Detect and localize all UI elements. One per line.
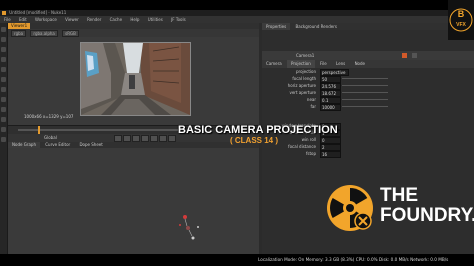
- menu-utilities[interactable]: Utilities: [148, 17, 163, 22]
- menu-viewer[interactable]: Viewer: [65, 17, 79, 22]
- color-tool-icon[interactable]: [1, 67, 6, 72]
- timeline-playhead[interactable]: [38, 126, 40, 134]
- next-keyframe-button[interactable]: [159, 135, 167, 142]
- filter-tool-icon[interactable]: [1, 77, 6, 82]
- near-slider[interactable]: [342, 99, 388, 100]
- close-panel-icon[interactable]: [412, 53, 417, 58]
- play-backward-button[interactable]: [132, 135, 140, 142]
- letterbox-top: [0, 0, 474, 10]
- menu-bar: File Edit Workspace Viewer Render Cache …: [0, 16, 474, 23]
- property-label: win roll: [301, 137, 316, 142]
- dot-node[interactable]: [179, 224, 181, 226]
- metadata-tool-icon[interactable]: [1, 137, 6, 142]
- viewer-pixel-info: 1000x66 x=1329 y=107: [24, 114, 74, 119]
- menu-render[interactable]: Render: [87, 17, 101, 22]
- timeline-track[interactable]: [18, 129, 178, 131]
- focal-length-slider[interactable]: [342, 78, 388, 79]
- tab-lens[interactable]: Lens: [332, 60, 349, 68]
- radiation-logo-icon: [326, 184, 374, 232]
- horiz-aperture-slider[interactable]: [342, 85, 388, 86]
- prev-keyframe-button[interactable]: [123, 135, 131, 142]
- tab-background-renders[interactable]: Background Renders: [292, 23, 341, 30]
- merge-tool-icon[interactable]: [1, 97, 6, 102]
- tab-camera[interactable]: Camera: [262, 60, 286, 68]
- foundry-brand: THE FOUNDRY.: [380, 185, 474, 242]
- time-tool-icon[interactable]: [1, 47, 6, 52]
- menu-jf-tools[interactable]: JF Tools: [171, 17, 186, 22]
- property-label: focal distance: [288, 144, 316, 149]
- property-row: horiz aperture 24.576: [262, 82, 474, 90]
- tab-properties[interactable]: Properties: [262, 23, 291, 30]
- svg-text:VFX: VFX: [456, 22, 466, 28]
- toolbar-left: [0, 23, 8, 254]
- colorspace-dropdown[interactable]: sRGB: [62, 29, 79, 37]
- camera-node[interactable]: [183, 215, 188, 227]
- window-title: Untitled [modified] - Nuke11: [9, 10, 67, 15]
- render-node[interactable]: [191, 236, 195, 240]
- first-frame-button[interactable]: [114, 135, 122, 142]
- property-label: vert aperture: [289, 90, 316, 95]
- node-graph-canvas[interactable]: [8, 148, 259, 254]
- node-name-field[interactable]: Camera1: [296, 51, 314, 60]
- tab-projection[interactable]: Projection: [286, 60, 315, 68]
- property-label: fstop: [305, 151, 316, 156]
- channels-dropdown[interactable]: rgba: [11, 29, 27, 37]
- property-row: win roll 0: [262, 136, 474, 144]
- views-tool-icon[interactable]: [1, 127, 6, 132]
- overlay-subtitle: ( CLASS 14 ): [230, 136, 279, 145]
- nuke-app-icon: [2, 11, 6, 15]
- property-row: vert aperture 18.672: [262, 89, 474, 97]
- stop-button[interactable]: [141, 135, 149, 142]
- playback-mode[interactable]: Global: [44, 134, 57, 142]
- 3d-tool-icon[interactable]: [1, 117, 6, 122]
- node-color-swatch[interactable]: [402, 53, 407, 58]
- vert-aperture-slider[interactable]: [342, 92, 388, 93]
- layer-dropdown[interactable]: rgba.alpha: [30, 29, 58, 37]
- tab-file[interactable]: File: [316, 60, 331, 68]
- property-row: fstop 16: [262, 150, 474, 158]
- viewer-controls: rgba rgba.alpha sRGB: [8, 29, 259, 37]
- property-row: near 0.1: [262, 96, 474, 104]
- node-graph-nodes: [179, 215, 199, 240]
- status-text: Localization Mode: On Memory: 3.3 GB (8.…: [258, 257, 449, 262]
- fstop-field[interactable]: 16: [320, 151, 341, 158]
- property-row: focal distance 2: [262, 143, 474, 151]
- corner-channel-logo: B VFX: [448, 0, 474, 40]
- menu-help[interactable]: Help: [130, 17, 139, 22]
- menu-cache[interactable]: Cache: [110, 17, 122, 22]
- dot-node[interactable]: [197, 226, 199, 228]
- overlay-title: BASIC CAMERA PROJECTION: [178, 124, 338, 136]
- status-bar: Localization Mode: On Memory: 3.3 GB (8.…: [0, 254, 474, 266]
- alley-photo: [81, 43, 190, 115]
- play-forward-button[interactable]: [150, 135, 158, 142]
- property-label: horiz aperture: [287, 83, 316, 88]
- menu-edit[interactable]: Edit: [19, 17, 27, 22]
- property-row: far 10000: [262, 103, 474, 111]
- far-field[interactable]: 10000: [320, 104, 341, 111]
- property-row: focal length 50: [262, 75, 474, 83]
- viewer-alley-image: [80, 42, 191, 116]
- property-label: projection: [296, 69, 316, 74]
- property-label: focal length: [292, 76, 316, 81]
- image-tool-icon[interactable]: [1, 27, 6, 32]
- last-frame-button[interactable]: [168, 135, 176, 142]
- draw-tool-icon[interactable]: [1, 37, 6, 42]
- right-panel-tabs: Properties Background Renders: [262, 23, 474, 30]
- keyer-tool-icon[interactable]: [1, 87, 6, 92]
- tab-node[interactable]: Node: [351, 60, 369, 68]
- brand-line-2: FOUNDRY.: [380, 205, 474, 226]
- brand-line-1: THE: [380, 185, 418, 206]
- property-row: projection perspective: [262, 68, 474, 76]
- menu-workspace[interactable]: Workspace: [35, 17, 57, 22]
- far-slider[interactable]: [342, 106, 388, 107]
- svg-text:B: B: [458, 9, 465, 19]
- transform-tool-icon[interactable]: [1, 107, 6, 112]
- channel-tool-icon[interactable]: [1, 57, 6, 62]
- menu-file[interactable]: File: [4, 17, 11, 22]
- property-label: near: [306, 97, 316, 102]
- properties-subtabs: Camera Projection File Lens Node: [262, 60, 474, 68]
- scene-node[interactable]: [186, 226, 193, 237]
- property-label: far: [310, 104, 316, 109]
